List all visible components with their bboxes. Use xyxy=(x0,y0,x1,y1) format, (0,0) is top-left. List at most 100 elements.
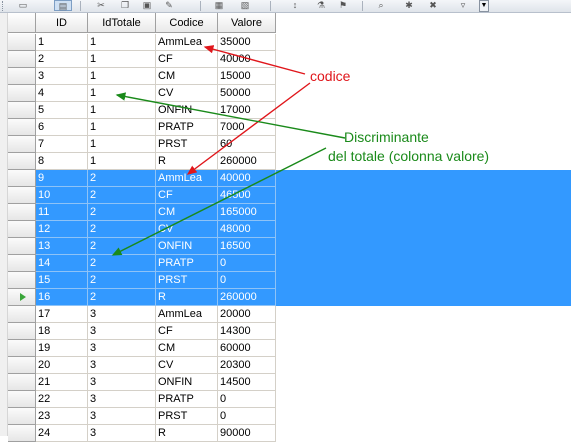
record-selector[interactable] xyxy=(8,68,36,85)
print-icon[interactable]: ▭ xyxy=(14,0,32,11)
table-row[interactable]: 3 1 CM 15000 xyxy=(8,68,571,85)
table-row[interactable]: 17 3 AmmLea 20000 xyxy=(8,306,571,323)
cell-codice[interactable]: PRST xyxy=(156,272,218,289)
cell-valore[interactable]: 260000 xyxy=(218,289,276,306)
cell-id[interactable]: 2 xyxy=(36,51,88,68)
cell-valore[interactable]: 90000 xyxy=(218,425,276,442)
record-selector[interactable] xyxy=(8,187,36,204)
record-selector[interactable] xyxy=(8,340,36,357)
cell-id[interactable]: 17 xyxy=(36,306,88,323)
cell-codice[interactable]: CF xyxy=(156,323,218,340)
cell-valore[interactable]: 60 xyxy=(218,136,276,153)
cell-codice[interactable]: R xyxy=(156,425,218,442)
cell-valore[interactable]: 40000 xyxy=(218,51,276,68)
record-selector[interactable] xyxy=(8,170,36,187)
table-row[interactable]: 21 3 ONFIN 14500 xyxy=(8,374,571,391)
column-header-valore[interactable]: Valore xyxy=(218,13,276,33)
record-selector[interactable] xyxy=(8,136,36,153)
cell-id[interactable]: 16 xyxy=(36,289,88,306)
cell-idtotale[interactable]: 2 xyxy=(88,187,156,204)
table-row[interactable]: 16 2 R 260000 xyxy=(8,289,571,306)
cell-id[interactable]: 4 xyxy=(36,85,88,102)
cell-codice[interactable]: AmmLea xyxy=(156,170,218,187)
cell-valore[interactable]: 48000 xyxy=(218,221,276,238)
cell-codice[interactable]: ONFIN xyxy=(156,238,218,255)
cell-idtotale[interactable]: 2 xyxy=(88,170,156,187)
record-selector[interactable] xyxy=(8,306,36,323)
column-header-id[interactable]: ID xyxy=(36,13,88,33)
cell-idtotale[interactable]: 1 xyxy=(88,85,156,102)
cell-valore[interactable]: 165000 xyxy=(218,204,276,221)
record-selector[interactable] xyxy=(8,204,36,221)
record-selector[interactable] xyxy=(8,85,36,102)
cell-valore[interactable]: 20300 xyxy=(218,357,276,374)
cell-idtotale[interactable]: 3 xyxy=(88,340,156,357)
table-row[interactable]: 19 3 CM 60000 xyxy=(8,340,571,357)
filter-selection-icon[interactable]: ⚑ xyxy=(334,0,352,11)
cell-idtotale[interactable]: 1 xyxy=(88,153,156,170)
cell-codice[interactable]: ONFIN xyxy=(156,374,218,391)
format-painter-icon[interactable]: ✎ xyxy=(160,0,178,11)
cell-id[interactable]: 6 xyxy=(36,119,88,136)
cell-codice[interactable]: AmmLea xyxy=(156,306,218,323)
cell-codice[interactable]: R xyxy=(156,289,218,306)
cell-idtotale[interactable]: 2 xyxy=(88,255,156,272)
cell-codice[interactable]: PRATP xyxy=(156,391,218,408)
cell-valore[interactable]: 60000 xyxy=(218,340,276,357)
cell-valore[interactable]: 7000 xyxy=(218,119,276,136)
print-preview-icon[interactable]: ▤ xyxy=(54,0,72,11)
table-row[interactable]: 1 1 AmmLea 35000 xyxy=(8,34,571,51)
record-selector[interactable] xyxy=(8,221,36,238)
cell-id[interactable]: 13 xyxy=(36,238,88,255)
cell-idtotale[interactable]: 2 xyxy=(88,289,156,306)
record-selector[interactable] xyxy=(8,153,36,170)
cell-id[interactable]: 1 xyxy=(36,34,88,51)
cell-id[interactable]: 18 xyxy=(36,323,88,340)
cell-idtotale[interactable]: 3 xyxy=(88,408,156,425)
record-selector[interactable] xyxy=(8,255,36,272)
new-record-icon[interactable]: ✱ xyxy=(400,0,418,11)
record-selector[interactable] xyxy=(8,34,36,51)
cell-id[interactable]: 11 xyxy=(36,204,88,221)
record-selector[interactable] xyxy=(8,51,36,68)
record-selector[interactable] xyxy=(8,425,36,442)
record-selector[interactable] xyxy=(8,408,36,425)
table-row[interactable]: 12 2 CV 48000 xyxy=(8,221,571,238)
cell-codice[interactable]: ONFIN xyxy=(156,102,218,119)
table-row[interactable]: 11 2 CM 165000 xyxy=(8,204,571,221)
table-row[interactable]: 24 3 R 90000 xyxy=(8,425,571,442)
cell-id[interactable]: 5 xyxy=(36,102,88,119)
cell-idtotale[interactable]: 3 xyxy=(88,425,156,442)
cell-idtotale[interactable]: 1 xyxy=(88,34,156,51)
cell-id[interactable]: 7 xyxy=(36,136,88,153)
cell-id[interactable]: 23 xyxy=(36,408,88,425)
table-row[interactable]: 5 1 ONFIN 17000 xyxy=(8,102,571,119)
sort-ascending-icon[interactable]: ↕ xyxy=(286,0,304,11)
table-row[interactable]: 14 2 PRATP 0 xyxy=(8,255,571,272)
cell-valore[interactable]: 16500 xyxy=(218,238,276,255)
cell-valore[interactable]: 20000 xyxy=(218,306,276,323)
record-selector[interactable] xyxy=(8,323,36,340)
cell-id[interactable]: 10 xyxy=(36,187,88,204)
column-header-idtotale[interactable]: IdTotale xyxy=(88,13,156,33)
properties-icon[interactable]: ▧ xyxy=(236,0,254,11)
cell-codice[interactable]: CV xyxy=(156,85,218,102)
cell-idtotale[interactable]: 1 xyxy=(88,119,156,136)
cell-id[interactable]: 19 xyxy=(36,340,88,357)
cell-valore[interactable]: 0 xyxy=(218,272,276,289)
cell-codice[interactable]: R xyxy=(156,153,218,170)
cell-valore[interactable]: 35000 xyxy=(218,34,276,51)
cell-valore[interactable]: 15000 xyxy=(218,68,276,85)
table-icon[interactable]: ▦ xyxy=(210,0,228,11)
cell-id[interactable]: 3 xyxy=(36,68,88,85)
filter-icon[interactable]: ⚗ xyxy=(312,0,330,11)
table-row[interactable]: 9 2 AmmLea 40000 xyxy=(8,170,571,187)
cell-valore[interactable]: 17000 xyxy=(218,102,276,119)
record-selector[interactable] xyxy=(8,289,36,306)
cell-valore[interactable]: 0 xyxy=(218,391,276,408)
cell-id[interactable]: 20 xyxy=(36,357,88,374)
cell-codice[interactable]: CM xyxy=(156,204,218,221)
select-all-corner[interactable] xyxy=(8,13,36,33)
record-selector[interactable] xyxy=(8,391,36,408)
cell-idtotale[interactable]: 1 xyxy=(88,68,156,85)
